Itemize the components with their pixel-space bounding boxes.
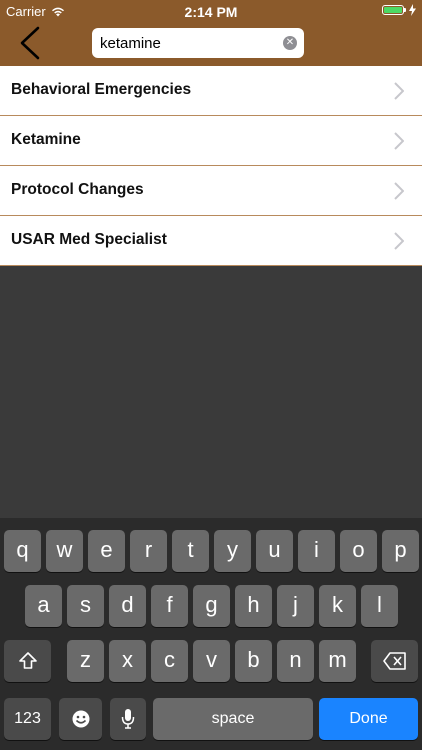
on-screen-keyboard: q w e r t y u i o p a s d f g h j k l z … bbox=[0, 518, 422, 750]
key-f[interactable]: f bbox=[151, 585, 188, 627]
chevron-right-icon bbox=[394, 232, 404, 250]
status-time: 2:14 PM bbox=[184, 4, 238, 20]
back-button[interactable] bbox=[16, 26, 46, 60]
key-c[interactable]: c bbox=[151, 640, 188, 682]
backspace-key[interactable] bbox=[371, 640, 418, 682]
key-t[interactable]: t bbox=[172, 530, 209, 572]
result-label: Ketamine bbox=[11, 131, 81, 148]
chevron-right-icon bbox=[394, 182, 404, 200]
status-right bbox=[382, 4, 416, 16]
space-key[interactable]: space bbox=[153, 698, 313, 740]
key-h[interactable]: h bbox=[235, 585, 272, 627]
battery-icon bbox=[382, 5, 406, 15]
key-p[interactable]: p bbox=[382, 530, 419, 572]
key-j[interactable]: j bbox=[277, 585, 314, 627]
key-z[interactable]: z bbox=[67, 640, 104, 682]
result-row-protocol-changes[interactable]: Protocol Changes bbox=[0, 166, 422, 216]
chevron-right-icon bbox=[394, 132, 404, 150]
result-label: Behavioral Emergencies bbox=[11, 81, 192, 98]
close-icon: ✕ bbox=[285, 37, 295, 48]
emoji-key[interactable] bbox=[59, 698, 102, 740]
chevron-right-icon bbox=[394, 82, 404, 100]
key-n[interactable]: n bbox=[277, 640, 314, 682]
key-r[interactable]: r bbox=[130, 530, 167, 572]
status-bar: Carrier 2:14 PM bbox=[0, 0, 422, 22]
key-o[interactable]: o bbox=[340, 530, 377, 572]
search-results-list: Behavioral Emergencies Ketamine Protocol… bbox=[0, 66, 422, 266]
key-m[interactable]: m bbox=[319, 640, 356, 682]
clear-search-button[interactable]: ✕ bbox=[283, 36, 297, 50]
result-row-behavioral-emergencies[interactable]: Behavioral Emergencies bbox=[0, 66, 422, 116]
navigation-header: Carrier 2:14 PM ✕ bbox=[0, 0, 422, 66]
key-i[interactable]: i bbox=[298, 530, 335, 572]
key-s[interactable]: s bbox=[67, 585, 104, 627]
key-v[interactable]: v bbox=[193, 640, 230, 682]
chevron-left-icon bbox=[20, 26, 40, 60]
key-g[interactable]: g bbox=[193, 585, 230, 627]
search-input[interactable] bbox=[100, 28, 278, 58]
key-q[interactable]: q bbox=[4, 530, 41, 572]
key-a[interactable]: a bbox=[25, 585, 62, 627]
numbers-key[interactable]: 123 bbox=[4, 698, 51, 740]
dictation-key[interactable] bbox=[110, 698, 146, 740]
microphone-icon bbox=[121, 709, 135, 729]
backspace-icon bbox=[382, 652, 406, 670]
key-e[interactable]: e bbox=[88, 530, 125, 572]
key-d[interactable]: d bbox=[109, 585, 146, 627]
key-l[interactable]: l bbox=[361, 585, 398, 627]
key-y[interactable]: y bbox=[214, 530, 251, 572]
result-row-usar-med-specialist[interactable]: USAR Med Specialist bbox=[0, 216, 422, 266]
key-w[interactable]: w bbox=[46, 530, 83, 572]
key-k[interactable]: k bbox=[319, 585, 356, 627]
key-b[interactable]: b bbox=[235, 640, 272, 682]
search-field[interactable]: ✕ bbox=[92, 28, 304, 58]
result-label: Protocol Changes bbox=[11, 181, 144, 198]
result-label: USAR Med Specialist bbox=[11, 231, 167, 248]
shift-key[interactable] bbox=[4, 640, 51, 682]
charging-icon bbox=[409, 4, 416, 16]
done-key[interactable]: Done bbox=[319, 698, 418, 740]
emoji-icon bbox=[72, 710, 89, 728]
shift-icon bbox=[18, 652, 37, 669]
result-row-ketamine[interactable]: Ketamine bbox=[0, 116, 422, 166]
key-u[interactable]: u bbox=[256, 530, 293, 572]
key-x[interactable]: x bbox=[109, 640, 146, 682]
